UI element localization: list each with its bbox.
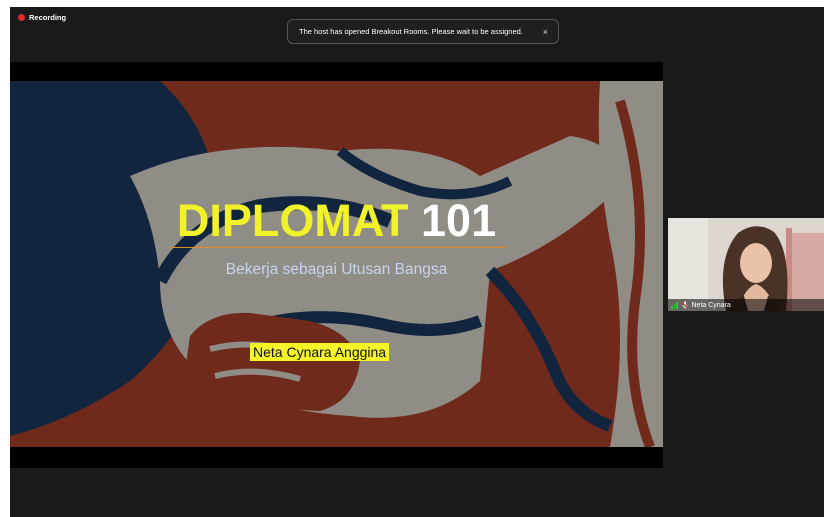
breakout-rooms-notification: The host has opened Breakout Rooms. Plea…: [287, 19, 559, 44]
participant-name: Neta Cynara: [691, 301, 731, 309]
shared-screen: DIPLOMAT 101 Bekerja sebagai Utusan Bang…: [10, 62, 663, 468]
participant-name-bar: Neta Cynara: [668, 299, 824, 311]
slide-presenter-name: Neta Cynara Anggina: [250, 343, 390, 361]
meeting-window: Recording The host has opened Breakout R…: [10, 7, 824, 517]
slide-title-main: DIPLOMAT: [176, 195, 409, 246]
title-divider: [169, 247, 508, 248]
participant-video: [668, 218, 824, 311]
recording-label: Recording: [29, 13, 67, 22]
signal-strength-icon: [671, 301, 678, 309]
recording-dot-icon: [18, 14, 25, 21]
participant-video-tile[interactable]: Neta Cynara: [668, 218, 824, 311]
recording-indicator[interactable]: Recording: [18, 13, 66, 22]
slide-title: DIPLOMAT 101: [10, 198, 663, 243]
close-icon[interactable]: ×: [543, 27, 548, 37]
slide-subtitle: Bekerja sebagai Utusan Bangsa: [225, 261, 448, 278]
slide-title-number: 101: [421, 195, 497, 246]
presentation-slide: DIPLOMAT 101 Bekerja sebagai Utusan Bang…: [10, 81, 663, 447]
mic-muted-icon: [681, 301, 688, 309]
notification-message: The host has opened Breakout Rooms. Plea…: [299, 27, 523, 36]
